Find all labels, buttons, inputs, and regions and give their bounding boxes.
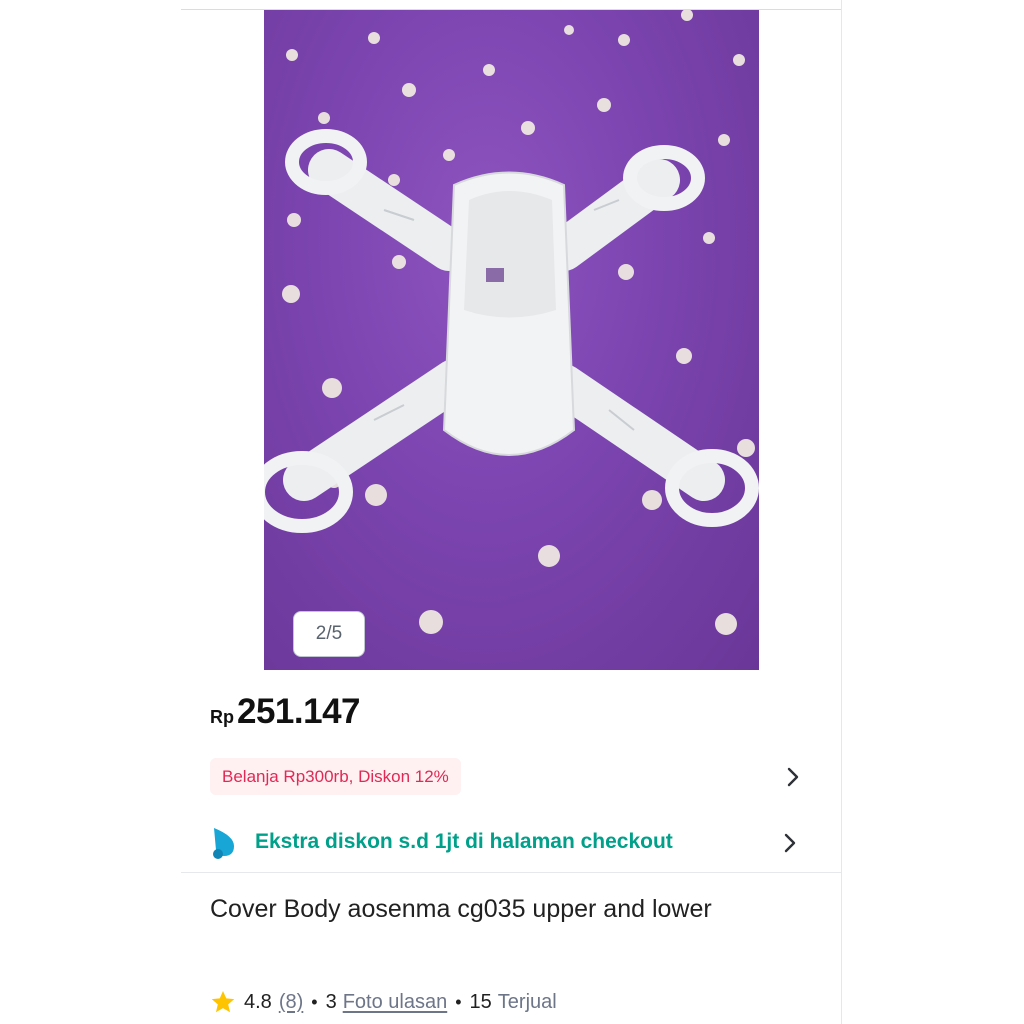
price-amount: 251.147 bbox=[237, 692, 361, 731]
product-detail-panel: 2/5 Rp 251.147 Belanja Rp300rb, Diskon 1… bbox=[181, 0, 842, 1024]
chevron-right-icon bbox=[780, 833, 800, 853]
product-photo-graphic bbox=[264, 10, 759, 635]
drone-frame bbox=[264, 129, 759, 533]
promo-row[interactable]: Belanja Rp300rb, Diskon 12% bbox=[210, 758, 810, 796]
extra-discount-row[interactable]: Ekstra diskon s.d 1jt di halaman checkou… bbox=[210, 822, 810, 864]
chevron-right-icon bbox=[783, 767, 803, 787]
discount-drop-icon bbox=[210, 826, 238, 860]
photo-review-link[interactable]: Foto ulasan bbox=[343, 991, 448, 1014]
image-counter: 2/5 bbox=[293, 611, 365, 657]
product-image[interactable]: 2/5 bbox=[264, 10, 759, 670]
rating-count-link[interactable]: (8) bbox=[279, 991, 303, 1014]
sold-count: 15 bbox=[469, 990, 492, 1013]
price-currency: Rp bbox=[210, 707, 234, 727]
sold-label: Terjual bbox=[497, 990, 557, 1013]
product-title: Cover Body aosenma cg035 upper and lower bbox=[210, 895, 712, 923]
rating-value: 4.8 bbox=[244, 990, 272, 1013]
product-meta: 4.8 (8) • 3 Foto ulasan • 15 Terjual bbox=[210, 986, 557, 1018]
separator-dot: • bbox=[455, 991, 462, 1012]
price: Rp 251.147 bbox=[210, 692, 361, 742]
photo-review-count: 3 bbox=[325, 990, 337, 1013]
extra-discount-text: Ekstra diskon s.d 1jt di halaman checkou… bbox=[255, 830, 673, 853]
separator-dot: • bbox=[311, 991, 318, 1012]
section-divider bbox=[181, 872, 841, 873]
star-icon bbox=[211, 990, 235, 1013]
promo-badge: Belanja Rp300rb, Diskon 12% bbox=[210, 758, 461, 795]
